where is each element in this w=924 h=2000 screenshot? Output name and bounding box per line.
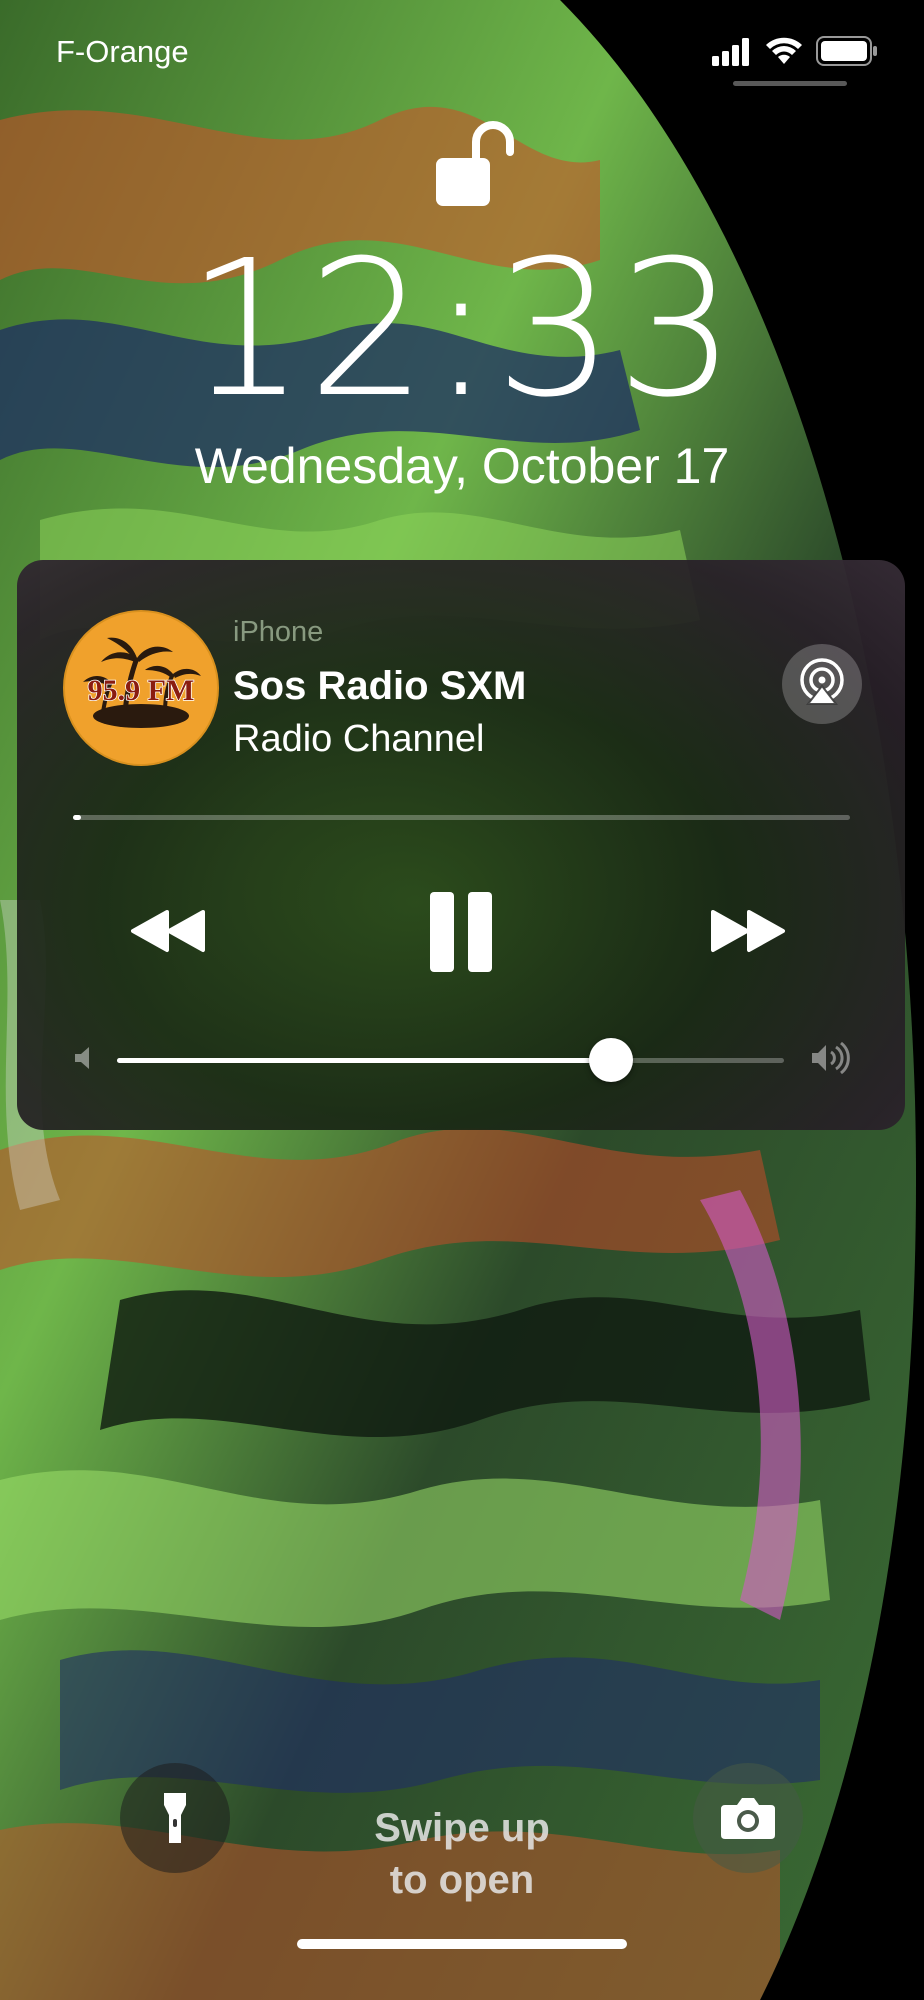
volume-slider-thumb[interactable]: [588, 1038, 633, 1082]
album-artwork[interactable]: 95.9 FM: [63, 610, 219, 766]
fast-forward-icon: [711, 910, 785, 952]
status-bar: F-Orange: [0, 0, 924, 110]
camera-button[interactable]: [693, 1763, 803, 1873]
rewind-icon: [131, 910, 205, 952]
pause-button[interactable]: [428, 890, 494, 979]
rewind-button[interactable]: [129, 908, 207, 959]
unlocked-padlock-icon: [436, 121, 514, 206]
volume-slider[interactable]: [117, 1038, 784, 1082]
lock-screen-date: Wednesday, October 17: [194, 438, 730, 494]
battery-icon: [816, 36, 877, 66]
fast-forward-button[interactable]: [709, 908, 787, 959]
artwork-label: 95.9 FM: [88, 674, 195, 707]
status-indicator-line: [733, 81, 847, 86]
track-subtitle: Radio Channel: [233, 718, 485, 760]
wifi-icon: [766, 37, 802, 64]
radio-logo-icon: 95.9 FM: [65, 612, 217, 764]
airplay-button[interactable]: [782, 644, 862, 724]
lock-screen-time: 12:33: [186, 220, 738, 439]
volume-slider-fill: [117, 1058, 611, 1063]
volume-low-icon: [75, 1047, 89, 1069]
playback-source: iPhone: [233, 616, 324, 648]
track-title: Sos Radio SXM: [233, 664, 527, 708]
pause-icon: [430, 892, 492, 972]
volume-high-icon: [812, 1041, 850, 1075]
airplay-audio-icon: [800, 658, 844, 705]
carrier-label: F-Orange: [56, 34, 189, 69]
playback-progress-fill: [73, 815, 81, 820]
signal-icon: [712, 38, 749, 66]
home-indicator[interactable]: [297, 1939, 627, 1949]
camera-icon: [721, 1798, 775, 1839]
now-playing-card[interactable]: 95.9 FM iPhone Sos Radio SXM Radio Chann…: [17, 560, 905, 1130]
playback-progress-bar[interactable]: [73, 815, 850, 820]
